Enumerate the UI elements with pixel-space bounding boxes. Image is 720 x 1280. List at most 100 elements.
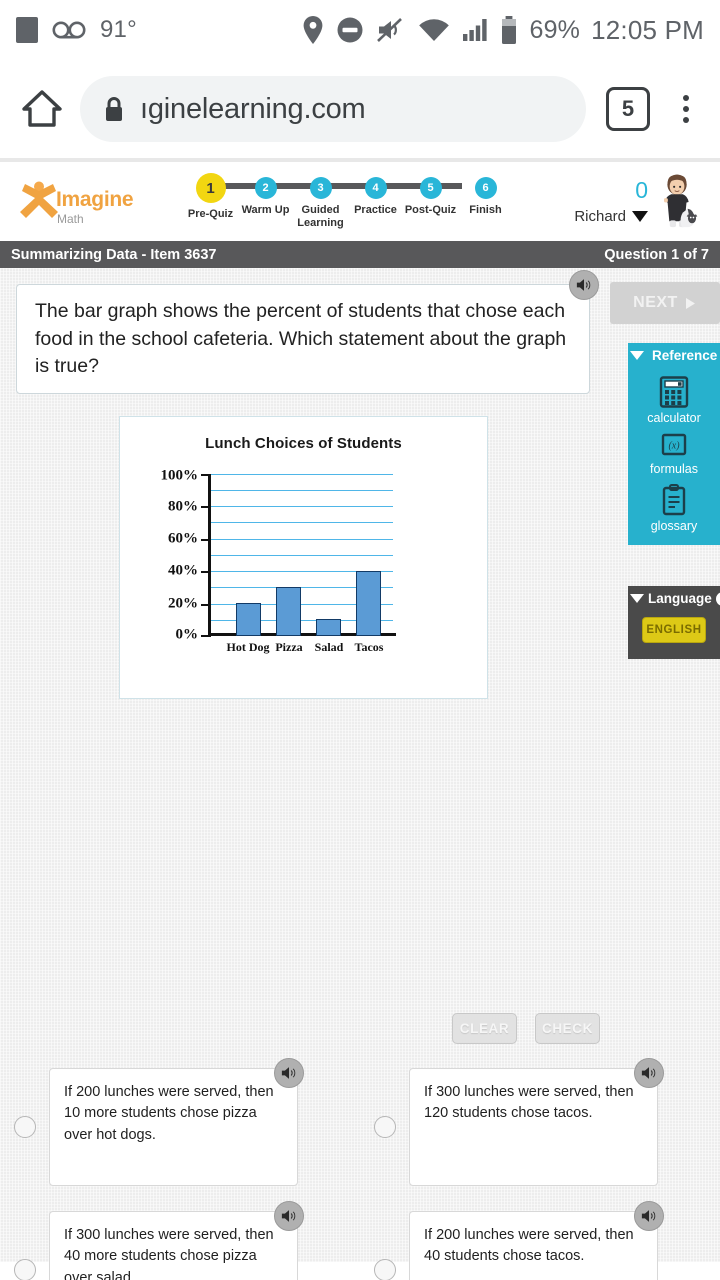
answer-radio[interactable]	[374, 1259, 396, 1280]
wifi-icon	[418, 17, 450, 43]
answer-card[interactable]: If 200 lunches were served, then 40 stud…	[409, 1211, 658, 1280]
step-number-badge: 3	[309, 177, 332, 200]
step-post-quiz[interactable]: 5 Post-Quiz	[403, 173, 458, 217]
url-text: ıginelearning.com	[140, 92, 366, 125]
reference-item-formulas[interactable]: (x) formulas	[628, 433, 720, 476]
step-pre-quiz[interactable]: 1 Pre-Quiz	[183, 173, 238, 221]
action-buttons: CLEAR CHECK	[452, 1013, 600, 1044]
y-tick	[201, 474, 209, 476]
reference-item-label: calculator	[647, 411, 701, 425]
language-panel-title: Language	[648, 591, 712, 606]
language-selected-label: ENGLISH	[646, 624, 702, 636]
x-tick-label: Tacos	[354, 640, 384, 654]
step-practice[interactable]: 4 Practice	[348, 173, 403, 217]
next-button[interactable]: NEXT	[610, 282, 720, 324]
question-progress-text: Question 1 of 7	[604, 246, 709, 263]
language-panel[interactable]: Language i ENGLISH	[628, 586, 720, 659]
info-icon[interactable]: i	[715, 591, 720, 606]
answer-option-4[interactable]: If 200 lunches were served, then 40 stud…	[360, 1201, 720, 1280]
volume-mute-icon	[375, 16, 407, 44]
y-tick	[201, 539, 209, 541]
y-axis-line	[208, 474, 211, 637]
battery-icon	[500, 15, 518, 45]
battery-percent-text: 69%	[529, 15, 581, 44]
answer-audio-button[interactable]	[634, 1201, 664, 1231]
speaker-icon	[281, 1210, 296, 1222]
glossary-clipboard-icon	[662, 484, 686, 516]
triangle-down-icon[interactable]	[630, 594, 644, 603]
reference-item-glossary[interactable]: glossary	[628, 484, 720, 533]
triangle-down-icon[interactable]	[630, 351, 644, 360]
logo-secondary-text: Math	[57, 211, 84, 226]
reference-item-label: glossary	[650, 519, 698, 533]
user-area[interactable]: 0 Richard	[574, 173, 710, 230]
bar-salad	[316, 619, 341, 636]
step-label: Warm Up	[241, 204, 290, 217]
score-value: 0	[635, 176, 648, 203]
language-english-button[interactable]: ENGLISH	[642, 617, 706, 643]
y-tick-label: 60%	[168, 530, 198, 547]
overflow-menu-icon[interactable]	[666, 81, 706, 137]
step-guided-learning[interactable]: 3 Guided Learning	[293, 173, 348, 229]
bar-chart-card: Lunch Choices of Students 100% 80% 60% 4…	[119, 416, 488, 699]
answer-radio[interactable]	[14, 1259, 36, 1280]
chevron-down-icon[interactable]	[632, 210, 648, 222]
progress-stepper: 1 Pre-Quiz 2 Warm Up 3 Guided Learning 4…	[183, 173, 513, 229]
speaker-icon	[281, 1067, 296, 1079]
reference-panel[interactable]: Reference calculator (x) formulas glossa…	[628, 343, 720, 545]
question-text: The bar graph shows the percent of stude…	[35, 300, 567, 378]
y-tick	[201, 506, 209, 508]
y-tick	[201, 604, 209, 606]
reference-item-calculator[interactable]: calculator	[628, 376, 720, 425]
answer-radio[interactable]	[14, 1116, 36, 1138]
step-number-badge: 4	[364, 177, 387, 200]
speaker-icon	[641, 1210, 656, 1222]
answer-option-1[interactable]: If 200 lunches were served, then 10 more…	[0, 1058, 360, 1186]
answer-card[interactable]: If 300 lunches were served, then 40 more…	[49, 1211, 298, 1280]
question-audio-button[interactable]	[569, 270, 599, 300]
answer-options-row: If 200 lunches were served, then 10 more…	[0, 1058, 720, 1186]
answer-audio-button[interactable]	[274, 1201, 304, 1231]
formulas-icon: (x)	[661, 433, 687, 456]
tab-counter-button[interactable]: 5	[606, 87, 650, 131]
answer-text: If 200 lunches were served, then 40 stud…	[424, 1227, 634, 1265]
answer-card[interactable]: If 200 lunches were served, then 10 more…	[49, 1068, 298, 1186]
reference-item-label: formulas	[650, 462, 698, 476]
tab-count-text: 5	[621, 96, 635, 121]
answer-options-row: If 300 lunches were served, then 40 more…	[0, 1201, 720, 1280]
language-panel-header[interactable]: Language i	[628, 586, 720, 611]
bar-hot-dog	[236, 603, 261, 636]
clear-label: CLEAR	[459, 1021, 510, 1036]
imagine-math-logo: Imagine Math	[10, 179, 175, 225]
step-label: Finish	[469, 204, 502, 217]
menu-dot	[683, 117, 689, 123]
svg-text:(x): (x)	[668, 441, 680, 452]
play-triangle-icon	[685, 297, 695, 309]
answer-option-2[interactable]: If 300 lunches were served, then 120 stu…	[360, 1058, 720, 1186]
reference-panel-title: Reference	[652, 348, 718, 363]
chart-plot-area: 100% 80% 60% 40% 20% 0% Hot Dog Pizza Sa…	[120, 452, 489, 667]
step-warm-up[interactable]: 2 Warm Up	[238, 173, 293, 217]
address-bar[interactable]: ıginelearning.com	[80, 76, 586, 142]
reference-panel-header[interactable]: Reference	[628, 343, 720, 368]
clear-button[interactable]: CLEAR	[452, 1013, 517, 1044]
x-tick-label: Pizza	[275, 640, 303, 654]
y-tick	[201, 571, 209, 573]
avatar[interactable]	[652, 173, 704, 230]
answer-card[interactable]: If 300 lunches were served, then 120 stu…	[409, 1068, 658, 1186]
y-tick-label: 80%	[168, 498, 198, 515]
answer-radio[interactable]	[374, 1116, 396, 1138]
answer-audio-button[interactable]	[634, 1058, 664, 1088]
step-label: Post-Quiz	[404, 204, 457, 217]
answer-text: If 300 lunches were served, then 120 stu…	[424, 1084, 634, 1122]
answer-option-3[interactable]: If 300 lunches were served, then 40 more…	[0, 1201, 360, 1280]
app-square-icon	[16, 17, 38, 43]
home-icon[interactable]	[14, 81, 70, 137]
check-button[interactable]: CHECK	[535, 1013, 600, 1044]
answer-audio-button[interactable]	[274, 1058, 304, 1088]
calculator-icon	[659, 376, 689, 408]
menu-dot	[683, 106, 689, 112]
y-tick-label: 40%	[168, 562, 198, 579]
step-finish[interactable]: 6 Finish	[458, 173, 513, 217]
gridline	[208, 490, 393, 491]
